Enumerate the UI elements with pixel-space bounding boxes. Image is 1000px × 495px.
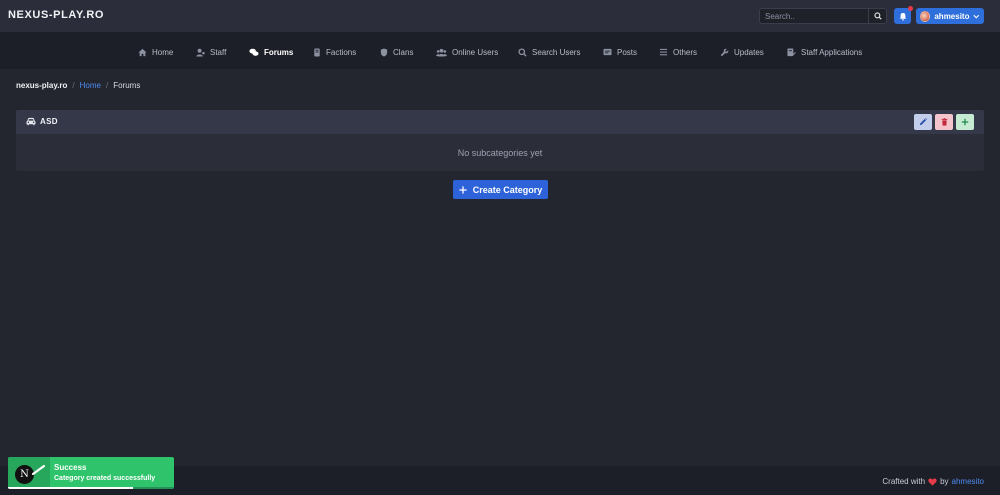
footer-credits: Crafted with by ahmesito <box>882 477 984 486</box>
create-category-button[interactable]: Create Category <box>453 180 548 199</box>
nav-item-factions[interactable]: Factions <box>313 46 356 58</box>
delete-category-button[interactable] <box>935 114 953 130</box>
search-input[interactable] <box>759 8 868 24</box>
users-icon <box>436 48 447 57</box>
category-header: ASD <box>16 110 984 134</box>
nav-item-search-users[interactable]: Search Users <box>518 46 580 58</box>
breadcrumb-separator: / <box>72 80 75 90</box>
add-subcategory-button[interactable] <box>956 114 974 130</box>
nav-item-others[interactable]: Others <box>659 46 697 58</box>
nav-label-staff: Staff <box>210 47 227 57</box>
nav-label-posts: Posts <box>617 47 638 57</box>
search-icon <box>518 47 527 57</box>
car-icon <box>26 117 36 126</box>
plus-icon <box>459 185 467 194</box>
brand-logo[interactable]: NEXUS-PLAY.RO <box>8 9 104 21</box>
search-icon <box>873 12 882 20</box>
footer-author-link[interactable]: ahmesito <box>952 477 984 486</box>
nav-label-updates: Updates <box>734 47 764 57</box>
toast-progress-bar <box>8 487 133 489</box>
user-menu-button[interactable]: ahmesito <box>916 8 984 24</box>
edit-icon <box>919 118 927 126</box>
main-nav: Home Staff Forums Factions Clans Online … <box>0 32 1000 69</box>
forums-icon <box>249 48 259 56</box>
nav-label-search-users: Search Users <box>532 47 581 57</box>
nav-label-factions: Factions <box>326 47 357 57</box>
posts-icon <box>603 48 612 56</box>
search-button[interactable] <box>868 8 887 24</box>
success-toast[interactable]: N Success Category created successfully <box>8 457 174 489</box>
staff-icon <box>196 48 205 57</box>
search-box <box>759 8 887 24</box>
avatar <box>920 10 931 22</box>
breadcrumb-home-link[interactable]: Home <box>80 81 101 90</box>
breadcrumb-root: nexus-play.ro <box>16 80 68 90</box>
trash-icon <box>941 118 947 126</box>
nav-label-online-users: Online Users <box>452 47 499 57</box>
edit-category-button[interactable] <box>914 114 932 130</box>
create-category-label: Create Category <box>472 184 543 195</box>
application-icon <box>787 47 796 56</box>
breadcrumb-separator: / <box>106 80 109 90</box>
nav-label-forums: Forums <box>264 47 294 57</box>
nav-label-clans: Clans <box>393 47 414 57</box>
home-icon <box>138 48 147 56</box>
username: ahmesito <box>934 11 970 21</box>
nav-item-home[interactable]: Home <box>138 46 173 58</box>
heart-icon <box>928 477 937 486</box>
toast-icon-area: N <box>8 457 50 489</box>
nav-label-staff-applications: Staff Applications <box>801 47 863 57</box>
notifications-button[interactable] <box>894 6 913 24</box>
nav-item-forums[interactable]: Forums <box>249 46 293 58</box>
nav-item-online-users[interactable]: Online Users <box>436 46 498 58</box>
bell-icon <box>899 12 906 21</box>
toast-progress-track <box>8 487 174 489</box>
notification-badge <box>908 6 913 11</box>
wrench-icon <box>720 48 729 56</box>
nav-item-updates[interactable]: Updates <box>720 46 764 58</box>
nav-item-posts[interactable]: Posts <box>603 46 637 58</box>
category-title[interactable]: ASD <box>40 117 58 126</box>
list-icon <box>659 48 668 56</box>
footer-crafted-text: Crafted with <box>882 477 926 486</box>
chevron-down-icon <box>973 14 980 19</box>
nav-item-clans[interactable]: Clans <box>380 46 413 58</box>
nav-label-home: Home <box>152 47 174 57</box>
footer-by-text: by <box>940 477 949 486</box>
category-card: ASD No subcategories yet <box>16 110 984 171</box>
factions-icon <box>314 47 320 57</box>
breadcrumb: nexus-play.ro / Home / Forums <box>16 80 140 90</box>
shield-icon <box>380 47 388 57</box>
toast-message: Category created successfully <box>54 475 156 482</box>
nav-item-staff[interactable]: Staff <box>196 46 226 58</box>
nav-label-others: Others <box>673 47 698 57</box>
breadcrumb-current: Forums <box>113 80 141 90</box>
toast-check-icon <box>32 465 45 475</box>
plus-icon <box>961 118 969 126</box>
toast-title: Success <box>54 463 87 472</box>
nav-item-staff-applications[interactable]: Staff Applications <box>787 46 862 58</box>
empty-subcategories-message: No subcategories yet <box>457 148 543 158</box>
top-bar: NEXUS-PLAY.RO ahmesito <box>0 0 1000 32</box>
